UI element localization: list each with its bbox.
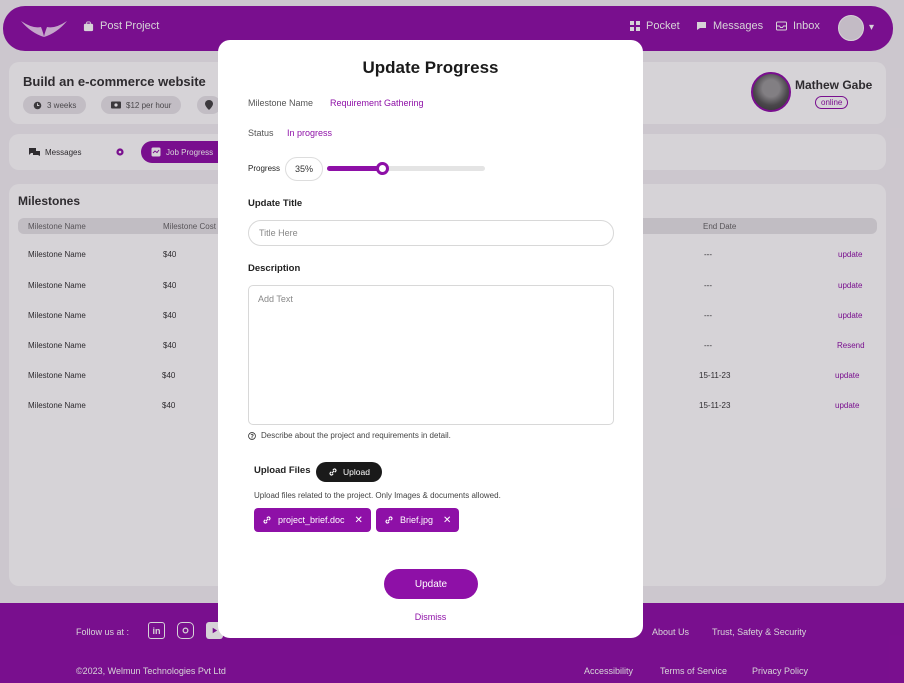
progress-value-pill: 35% <box>285 157 323 181</box>
status-label: Status <box>248 128 274 138</box>
milestone-name-value: Requirement Gathering <box>330 98 424 108</box>
file-chip[interactable]: project_brief.doc ✕ <box>254 508 371 532</box>
progress-slider-fill <box>327 166 383 171</box>
link-icon <box>262 515 272 525</box>
dismiss-button[interactable]: Dismiss <box>218 612 643 622</box>
update-progress-modal: Update Progress Milestone Name Requireme… <box>218 40 643 638</box>
link-icon <box>384 515 394 525</box>
description-textarea[interactable] <box>248 285 614 425</box>
link-icon <box>328 467 338 477</box>
progress-slider[interactable] <box>327 162 485 175</box>
upload-files-label: Upload Files <box>254 465 311 476</box>
description-label: Description <box>248 263 301 274</box>
upload-button[interactable]: Upload <box>316 462 382 482</box>
help-circle-icon <box>248 431 256 440</box>
progress-slider-thumb[interactable] <box>376 162 390 175</box>
file-chip[interactable]: Brief.jpg ✕ <box>376 508 460 532</box>
progress-label: Progress <box>248 164 281 173</box>
remove-file-icon[interactable]: ✕ <box>355 515 363 526</box>
remove-file-icon[interactable]: ✕ <box>443 515 451 526</box>
update-title-label: Update Title <box>248 198 303 209</box>
file-name: project_brief.doc <box>278 515 345 525</box>
description-hint-text: Describe about the project and requireme… <box>261 431 451 440</box>
milestone-name-label: Milestone Name <box>248 98 314 108</box>
status-value: In progress <box>287 128 333 138</box>
description-hint: Describe about the project and requireme… <box>248 431 451 440</box>
upload-note: Upload files related to the project. Onl… <box>254 491 501 500</box>
upload-button-label: Upload <box>343 467 370 477</box>
file-name: Brief.jpg <box>400 515 434 525</box>
modal-title: Update Progress <box>362 58 499 77</box>
update-title-input[interactable] <box>248 220 614 246</box>
update-button[interactable]: Update <box>384 569 478 599</box>
